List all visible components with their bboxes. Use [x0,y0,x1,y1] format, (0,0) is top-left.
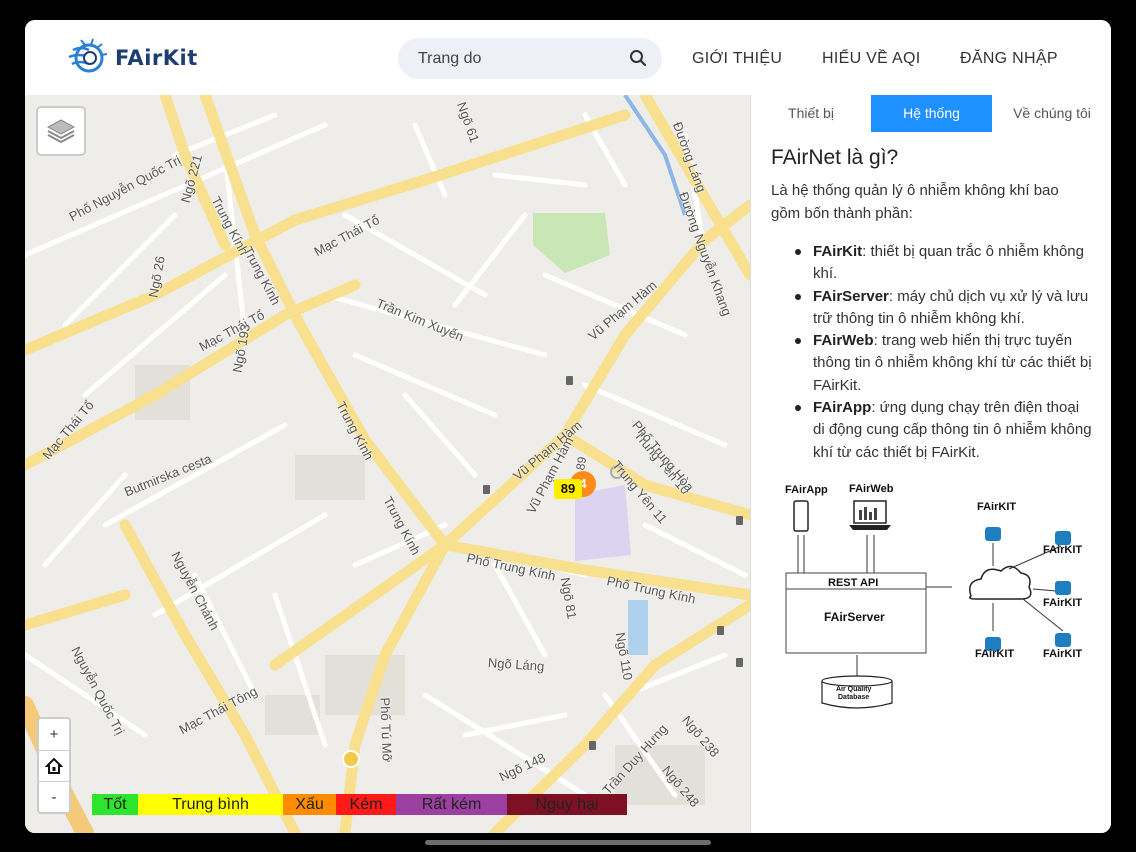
logo[interactable]: FAirKit [67,36,198,80]
aqi-marker[interactable]: 89 [554,479,582,499]
diagram-web-label: FAirWeb [849,483,894,495]
header: FAirKit GIỚI THIỆU HIỂU VỀ AQI ĐĂNG NHẬP [25,20,1111,95]
diagram-graphics [785,500,1071,709]
zoom-in-button[interactable]: + [39,719,69,750]
item-name: FAirKit [813,243,863,260]
layers-icon [46,119,76,144]
tab-about-us[interactable]: Về chúng tôi [992,95,1111,132]
diagram-rest-api-label: REST API [828,577,879,589]
search-icon[interactable] [629,49,647,67]
legend-hazardous: Nguy hại [507,794,627,815]
legend-poor: Xấu [283,794,336,815]
item-name: FAirServer [813,287,889,305]
list-item: FAirKit: thiết bị quan trắc ô nhiễm khôn… [793,241,1093,286]
diagram-kit-label: FAirKIT [1043,597,1083,609]
item-name: FAirApp [813,399,872,417]
tab-devices[interactable]: Thiết bị [751,95,871,132]
cloud-icon [969,565,1032,600]
nav-login[interactable]: ĐĂNG NHẬP [960,50,1058,68]
water-area [628,600,648,655]
list-item: FAirWeb: trang web hiển thị trực tuyến t… [793,330,1093,397]
zoom-out-button[interactable]: - [39,781,69,812]
legend-moderate: Trung bình [138,794,283,815]
info-panel: Thiết bị Hệ thống Về chúng tôi FAirNet l… [750,95,1111,833]
item-name: FAirWeb [813,332,874,350]
diagram-kit-label: FAirKIT [975,648,1015,660]
architecture-diagram: FAirApp FAirWeb REST API FAirServer Air … [771,481,1101,711]
phone-icon [793,500,809,532]
marker-label: 89 [573,455,590,472]
legend-very-bad: Rất kém [396,794,507,815]
home-button[interactable] [39,750,69,781]
nav-understand-aqi[interactable]: HIỂU VỀ AQI [822,50,920,68]
diagram-db-label-2: Database [838,694,870,701]
home-icon [44,757,64,774]
aqi-legend: Tốt Trung bình Xấu Kém Rất kém Nguy hại [92,794,627,815]
panel-intro: Là hệ thống quản lý ô nhiễm không khí ba… [771,182,1059,222]
diagram-db-label-1: Air Quality [836,686,872,693]
search-box [398,38,662,79]
laptop-icon [849,500,891,530]
legend-good: Tốt [92,794,138,815]
panel-title: FAirNet là gì? [771,146,899,169]
diagram-kit-label: FAirKIT [1043,544,1083,556]
layers-button[interactable] [36,106,86,156]
component-list: FAirKit: thiết bị quan trắc ô nhiễm khôn… [793,241,1093,464]
logo-icon [68,38,108,73]
diagram-app-label: FAirApp [785,484,828,496]
home-indicator [425,840,711,845]
app-window: FAirKit GIỚI THIỆU HIỂU VỀ AQI ĐĂNG NHẬP [25,20,1111,833]
list-item: FAirApp: ứng dụng chạy trên điện thoại d… [793,397,1093,464]
legend-bad: Kém [336,794,396,815]
diagram-kit-label: FAirKIT [977,501,1017,513]
nav-about[interactable]: GIỚI THIỆU [692,50,782,68]
diagram-server-label: FAirServer [824,610,885,624]
diagram-kit-label: FAirKIT [1043,648,1083,660]
tab-system[interactable]: Hệ thống [871,95,992,132]
zoom-control: + - [37,717,71,814]
list-item: FAirServer: máy chủ dịch vụ xử lý và lưu… [793,286,1093,331]
search-input[interactable] [418,48,618,70]
street-label: Phố Tú Mỡ [377,697,395,763]
logo-text: FAirKit [115,46,198,70]
map-view[interactable]: Phố Nguyễn Quốc Trị Mạc Thái Tổ Mạc Thái… [25,95,750,833]
